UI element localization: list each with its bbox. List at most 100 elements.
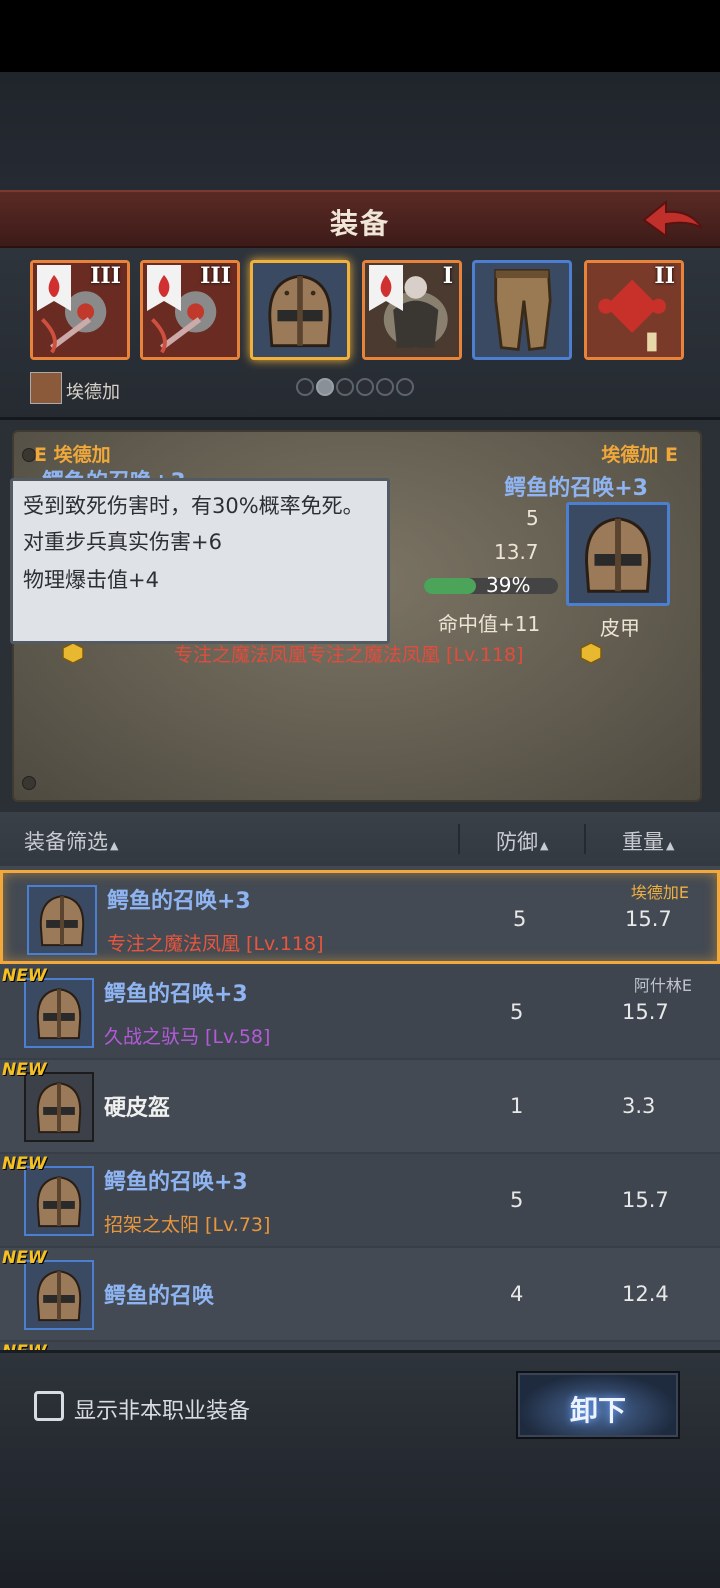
effect-tooltip: 受到致死伤害时，有30%概率免死。 对重步兵真实伤害+6 物理爆击值+4 — [10, 478, 390, 644]
slot-rank: III — [90, 263, 121, 289]
armor-type-label: 皮甲 — [600, 616, 640, 640]
fire-banner-icon — [147, 265, 181, 311]
durability-bar: 39% — [424, 573, 558, 597]
screw-icon — [22, 776, 36, 790]
checkbox-label[interactable]: 显示非本职业装备 — [74, 1393, 250, 1425]
item-name: 鳄鱼的召唤+3 — [104, 982, 248, 1007]
item-defense: 5 — [513, 907, 527, 931]
column-divider — [458, 824, 460, 854]
item-name: 鳄鱼的召唤+3 — [107, 889, 251, 914]
durability-fill — [424, 578, 477, 594]
list-item[interactable]: 鳄鱼的召唤+3 专注之魔法凤凰 [Lv.118] 5 15.7 埃德加E — [0, 870, 720, 964]
weight-value: 13.7 — [494, 540, 539, 564]
helmet-icon — [268, 274, 332, 348]
new-badge: NEW — [2, 1342, 47, 1350]
slot-rank: I — [442, 263, 453, 289]
item-weight: 3.3 — [622, 1094, 656, 1118]
slot-accessory[interactable]: II — [584, 260, 684, 360]
column-divider — [584, 824, 586, 854]
item-set-label: 专注之魔法凤凰 [Lv.118] — [107, 933, 324, 955]
new-badge: NEW — [2, 1060, 47, 1080]
page-dot[interactable] — [336, 378, 354, 396]
durability-percent: 39% — [486, 573, 531, 597]
list-header: 装备筛选 ▲ 防御 ▲ 重量 ▲ — [0, 812, 720, 866]
item-set-label: 久战之驮马 [Lv.58] — [104, 1026, 271, 1048]
item-weight: 15.7 — [622, 1188, 669, 1212]
page-dot[interactable] — [296, 378, 314, 396]
helmet-icon — [39, 895, 85, 947]
slot-weapon-1[interactable]: III — [30, 260, 130, 360]
item-icon — [24, 978, 94, 1048]
hero-avatar — [30, 372, 62, 404]
equipped-by-label: 阿什林E — [633, 976, 692, 995]
list-item[interactable]: NEW 硬皮盔 1 3.3 — [0, 1060, 720, 1154]
helmet-icon — [36, 1082, 82, 1134]
helmet-icon — [36, 988, 82, 1040]
gem-socket-icon — [62, 642, 84, 664]
tooltip-line: 受到致死伤害时，有30%概率免死。 — [23, 494, 364, 518]
defense-sort-button[interactable]: 防御 ▲ — [496, 826, 548, 856]
header-bar: 装备 — [0, 190, 720, 248]
list-item[interactable]: NEW — [0, 1342, 720, 1350]
filter-sort-button[interactable]: 装备筛选 ▲ — [24, 826, 118, 856]
page-title: 装备 — [329, 207, 390, 240]
equipped-by-label: 埃德加E — [630, 883, 689, 902]
list-item[interactable]: NEW 鳄鱼的召唤+3 招架之太阳 [Lv.73] 5 15.7 — [0, 1154, 720, 1248]
weight-sort-button[interactable]: 重量 ▲ — [622, 826, 674, 856]
filter-label: 装备筛选 — [24, 830, 108, 854]
bottom-bar: 显示非本职业装备 卸下 — [0, 1350, 720, 1452]
item-defense: 4 — [510, 1282, 524, 1306]
helmet-icon — [36, 1176, 82, 1228]
slot-helmet[interactable] — [250, 260, 350, 360]
new-badge: NEW — [2, 966, 47, 986]
slot-weapon-2[interactable]: III — [140, 260, 240, 360]
item-icon — [24, 1260, 94, 1330]
compare-owner-left: E 埃德加 — [34, 444, 111, 466]
list-item[interactable]: NEW 鳄鱼的召唤 4 12.4 — [0, 1248, 720, 1342]
item-defense: 1 — [510, 1094, 524, 1118]
tooltip-line: 对重步兵真实伤害+6 — [23, 530, 222, 554]
equipment-slots: III III I II 埃德加 — [0, 248, 720, 420]
detail-item-icon — [566, 502, 670, 606]
item-defense: 5 — [510, 1188, 524, 1212]
page-dot-active[interactable] — [316, 378, 334, 396]
unequip-button[interactable]: 卸下 — [516, 1371, 680, 1439]
fire-banner-icon — [37, 265, 71, 311]
show-other-class-checkbox[interactable] — [34, 1391, 64, 1421]
item-set-label: 招架之太阳 [Lv.73] — [104, 1214, 271, 1236]
helmet-icon — [36, 1270, 82, 1322]
slot-rank: II — [654, 263, 675, 289]
equipment-list: 鳄鱼的召唤+3 专注之魔法凤凰 [Lv.118] 5 15.7 埃德加E NEW… — [0, 866, 720, 1350]
item-icon — [24, 1072, 94, 1142]
unequip-label: 卸下 — [569, 1394, 626, 1427]
set-bonus-line: 专注之魔法凤凰专注之魔法凤凰 [Lv.118] — [174, 644, 524, 666]
defense-value: 5 — [526, 506, 539, 530]
item-icon — [24, 1166, 94, 1236]
slot-pants[interactable] — [472, 260, 572, 360]
back-arrow-icon[interactable] — [640, 198, 706, 242]
fire-banner-icon — [369, 265, 403, 311]
page-dot[interactable] — [396, 378, 414, 396]
tooltip-line: 物理爆击值+4 — [23, 568, 159, 592]
current-owner-right: 埃德加 E — [601, 444, 678, 466]
bottom-backdrop — [0, 1452, 720, 1588]
item-weight: 15.7 — [622, 1000, 669, 1024]
leather-pants-icon — [494, 269, 552, 352]
top-backdrop — [0, 72, 720, 190]
defense-column-label: 防御 — [496, 830, 538, 854]
list-item[interactable]: NEW 鳄鱼的召唤+3 久战之驮马 [Lv.58] 5 15.7 阿什林E — [0, 966, 720, 1060]
slot-armor[interactable]: I — [362, 260, 462, 360]
item-name: 鳄鱼的召唤 — [104, 1284, 215, 1309]
new-badge: NEW — [2, 1154, 47, 1174]
gem-socket-icon — [580, 642, 602, 664]
page-dot[interactable] — [356, 378, 374, 396]
item-name: 鳄鱼的召唤+3 — [104, 1170, 248, 1195]
helmet-icon — [585, 517, 651, 593]
new-badge: NEW — [2, 1248, 47, 1268]
status-area — [0, 0, 720, 72]
hero-name: 埃德加 — [66, 382, 120, 403]
hit-stat: 命中值+11 — [438, 612, 541, 636]
page-dot[interactable] — [376, 378, 394, 396]
item-weight: 12.4 — [622, 1282, 669, 1306]
item-defense: 5 — [510, 1000, 524, 1024]
